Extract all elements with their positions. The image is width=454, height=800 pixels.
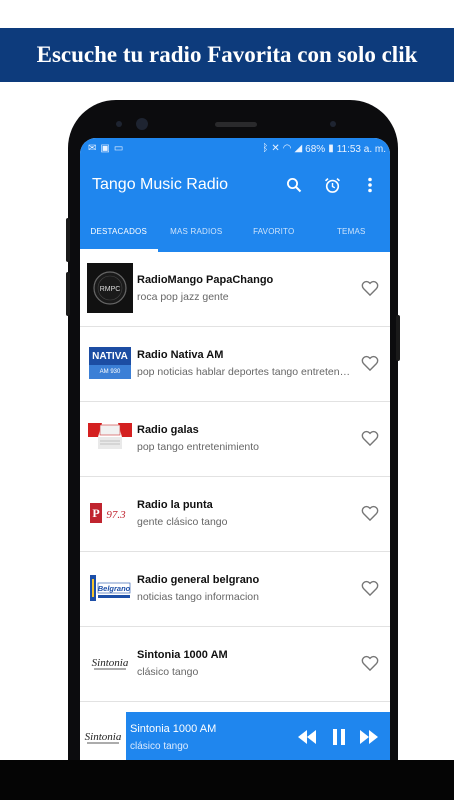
favorite-heart-icon[interactable] (360, 353, 380, 373)
station-name: Radio galas (137, 424, 199, 436)
notification-icon: ✉ (88, 143, 97, 154)
battery-icon: ▮ (328, 143, 334, 154)
app-title: Tango Music Radio (92, 176, 229, 193)
station-tags: pop tango entretenimiento (137, 441, 260, 453)
player-title: Sintonia 1000 AM (130, 723, 217, 735)
bluetooth-icon: ᛒ (262, 143, 269, 154)
station-tags: pop noticias hablar deportes tango entre… (137, 366, 352, 378)
tab-mas-radios[interactable]: MAS RADIOS (158, 210, 236, 252)
station-row[interactable]: Sintonia Sintonia 1000 AM clásico tango (80, 627, 390, 702)
station-name: Sintonia 1000 AM (137, 649, 228, 661)
clock: 11:53 a. m. (336, 143, 386, 155)
alarm-icon[interactable] (322, 175, 342, 195)
station-tags: clásico tango (137, 666, 199, 678)
tab-destacados[interactable]: DESTACADOS (80, 210, 158, 252)
nativa-logo-sub: AM 930 (89, 365, 131, 379)
station-name: Radio general belgrano (137, 574, 260, 586)
station-logo-nativa: NATIVA AM 930 (88, 339, 132, 387)
station-logo-sintonia: Sintonia (88, 639, 132, 687)
station-name: RadioMango PapaChango (137, 274, 274, 286)
tab-favorito[interactable]: FAVORITO (235, 210, 313, 252)
belgrano-logo-text: Belgrano (98, 584, 131, 593)
player-bar: Sintonia 1000 AM clásico tango (126, 712, 390, 762)
status-bar: ✉ ▣ ▭ ᛒ ✕ ◠ ◢ 68% ▮ 11:53 a. m. (80, 138, 390, 160)
player-station-logo: Sintonia (80, 712, 126, 762)
player-logo-text: Sintonia (85, 731, 122, 743)
favorite-heart-icon[interactable] (360, 278, 380, 298)
favorite-heart-icon[interactable] (360, 428, 380, 448)
station-row[interactable]: Radio galas pop tango entretenimiento (80, 402, 390, 477)
station-logo-galas (88, 414, 132, 462)
la-punta-logo-text: 97.3 (106, 509, 126, 521)
promo-text: Escuche tu radio Favorita con solo clik (36, 42, 418, 67)
volume-button (66, 218, 70, 262)
pause-icon[interactable] (328, 727, 350, 747)
station-tags: roca pop jazz gente (137, 291, 229, 303)
station-row[interactable]: Belgrano Radio general belgrano noticias… (80, 552, 390, 627)
front-camera (136, 118, 148, 130)
station-row[interactable]: RMPC RadioMango PapaChango roca pop jazz… (80, 252, 390, 327)
station-name: Radio la punta (137, 499, 213, 511)
cast-icon: ▭ (113, 143, 124, 154)
fast-forward-icon[interactable] (358, 727, 380, 747)
search-icon[interactable] (284, 175, 304, 195)
station-logo-belgrano: Belgrano (88, 564, 132, 612)
tab-bar: DESTACADOS MAS RADIOS FAVORITO TEMAS (80, 210, 390, 252)
favorite-heart-icon[interactable] (360, 503, 380, 523)
more-vert-icon[interactable] (360, 175, 380, 195)
tab-temas[interactable]: TEMAS (313, 210, 391, 252)
favorite-heart-icon[interactable] (360, 578, 380, 598)
mini-player[interactable]: Sintonia Sintonia 1000 AM clásico tango (80, 712, 390, 762)
station-row[interactable]: P 97.3 Radio la punta gente clásico tango (80, 477, 390, 552)
station-logo-la-punta: P 97.3 (88, 489, 132, 537)
battery-percent: 68% (305, 143, 326, 155)
rmpc-logo-text: RMPC (100, 286, 121, 293)
bottom-edge (0, 760, 454, 800)
mute-icon: ✕ (271, 143, 280, 154)
favorite-heart-icon[interactable] (360, 653, 380, 673)
phone-speaker (215, 122, 257, 127)
signal-icon: ◢ (294, 143, 303, 154)
player-subtitle: clásico tango (130, 741, 189, 752)
gallery-icon: ▣ (100, 143, 110, 154)
sintonia-logo-text: Sintonia (92, 657, 129, 669)
station-tags: noticias tango informacion (137, 591, 259, 603)
promo-banner: Escuche tu radio Favorita con solo clik (0, 28, 454, 82)
app-bar: Tango Music Radio (80, 160, 390, 210)
station-logo-rmpc: RMPC (87, 263, 133, 313)
station-list: RMPC RadioMango PapaChango roca pop jazz… (80, 252, 390, 702)
power-button (396, 315, 400, 361)
wifi-icon: ◠ (282, 143, 292, 154)
station-row[interactable]: NATIVA AM 930 Radio Nativa AM pop notici… (80, 327, 390, 402)
nativa-logo-text: NATIVA (89, 347, 131, 365)
bixby-button (66, 272, 70, 316)
front-sensor-right (330, 121, 336, 127)
station-tags: gente clásico tango (137, 516, 228, 528)
rewind-icon[interactable] (296, 727, 318, 747)
svg-text:P: P (92, 506, 99, 520)
phone-screen: ✉ ▣ ▭ ᛒ ✕ ◠ ◢ 68% ▮ 11:53 a. m. Tango Mu… (80, 138, 390, 800)
station-name: Radio Nativa AM (137, 349, 224, 361)
front-sensor (116, 121, 122, 127)
